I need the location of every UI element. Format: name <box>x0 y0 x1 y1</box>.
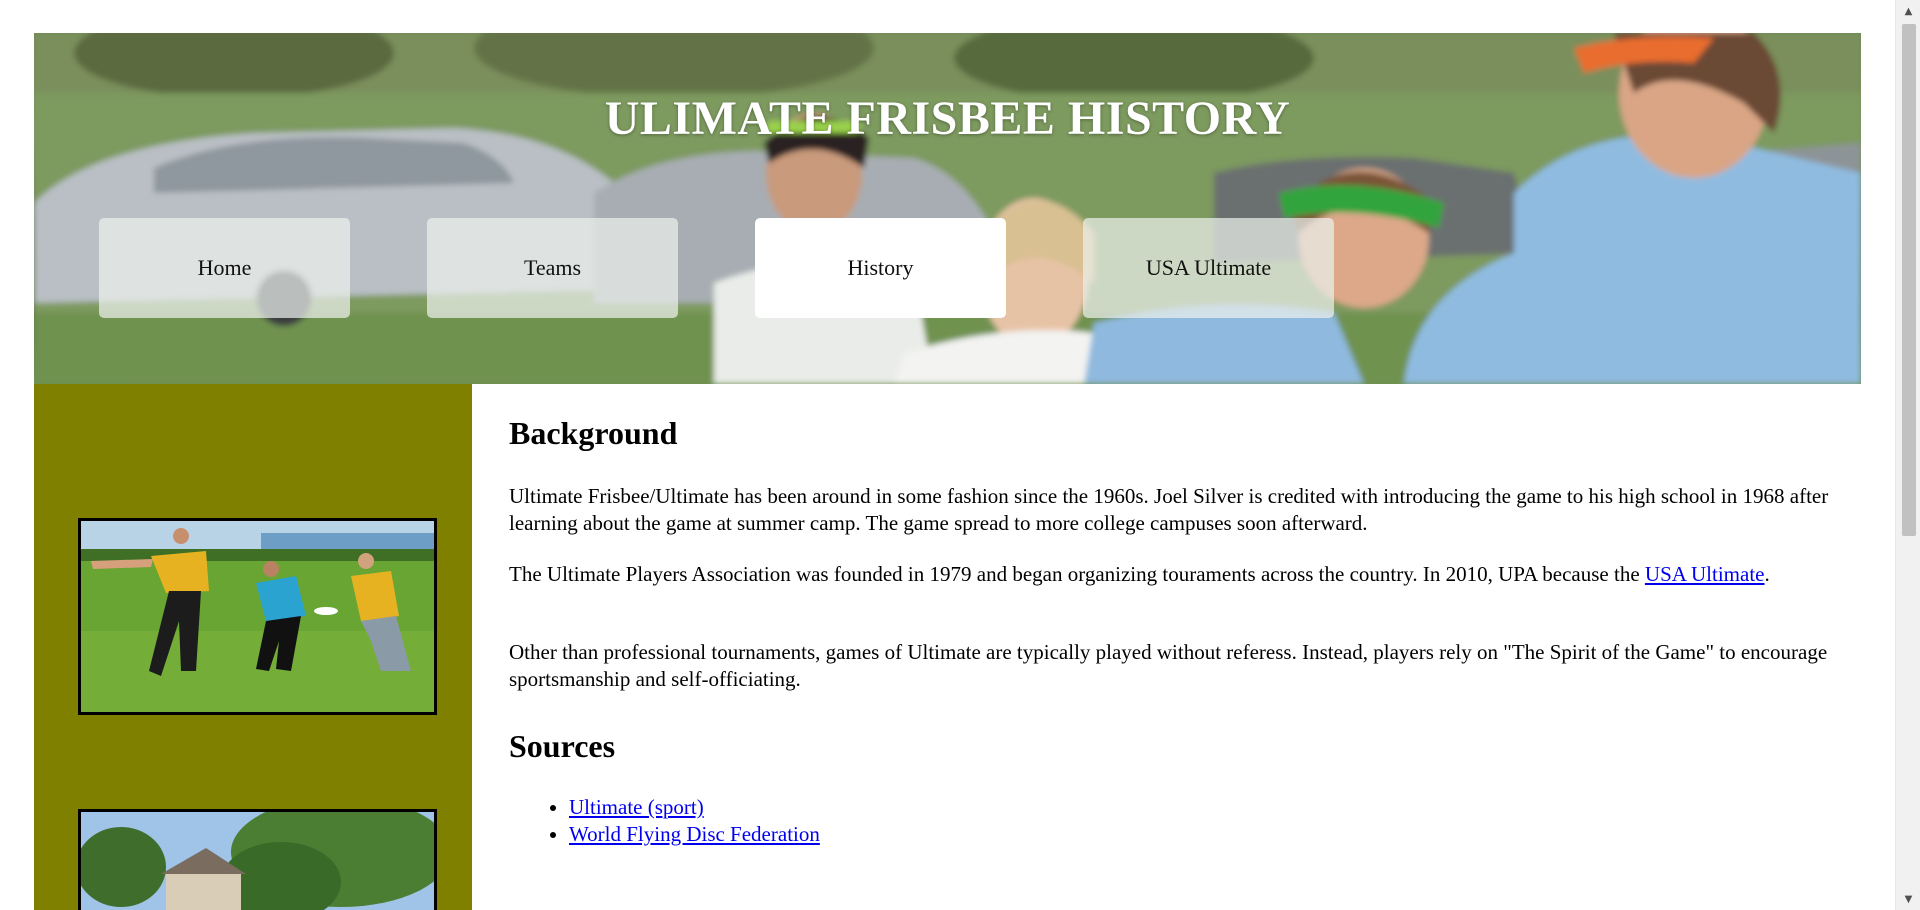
list-item: Ultimate (sport) <box>569 794 820 821</box>
paragraph-spirit: Other than professional tournaments, gam… <box>509 640 1828 691</box>
page: ULIMATE FRISBEE HISTORY Home Teams Histo… <box>34 33 1861 910</box>
nav-home[interactable]: Home <box>99 218 350 318</box>
sidebar <box>34 384 472 910</box>
sidebar-photo-houses <box>78 809 437 910</box>
paragraph-upa-end: . <box>1764 562 1770 586</box>
nav-history[interactable]: History <box>755 218 1006 318</box>
sources-list: Ultimate (sport) World Flying Disc Feder… <box>509 794 820 848</box>
source-link-ultimate-sport[interactable]: Ultimate (sport) <box>569 795 704 819</box>
scrollbar-thumb[interactable] <box>1902 24 1916 536</box>
scroll-down-icon[interactable]: ▼ <box>1896 888 1920 910</box>
sources-heading: Sources <box>509 728 616 764</box>
sidebar-photo-game <box>78 518 437 715</box>
source-link-wfdf[interactable]: World Flying Disc Federation <box>569 822 820 846</box>
banner-photo <box>34 33 1861 384</box>
nav-teams[interactable]: Teams <box>427 218 678 318</box>
paragraph-upa-text: The Ultimate Players Association was fou… <box>509 562 1645 586</box>
site-title: ULIMATE FRISBEE HISTORY <box>604 92 1291 145</box>
usa-ultimate-link[interactable]: USA Ultimate <box>1645 562 1765 586</box>
paragraph-upa: The Ultimate Players Association was fou… <box>509 561 1859 588</box>
paragraph-history-origin: Ultimate Frisbee/Ultimate has been aroun… <box>509 484 1829 535</box>
background-heading: Background <box>509 415 678 451</box>
scroll-up-icon[interactable]: ▲ <box>1896 0 1920 22</box>
nav-usa-ultimate[interactable]: USA Ultimate <box>1083 218 1334 318</box>
vertical-scrollbar[interactable]: ▲ ▼ <box>1895 0 1920 910</box>
list-item: World Flying Disc Federation <box>569 821 820 848</box>
header-banner: ULIMATE FRISBEE HISTORY Home Teams Histo… <box>34 33 1861 384</box>
